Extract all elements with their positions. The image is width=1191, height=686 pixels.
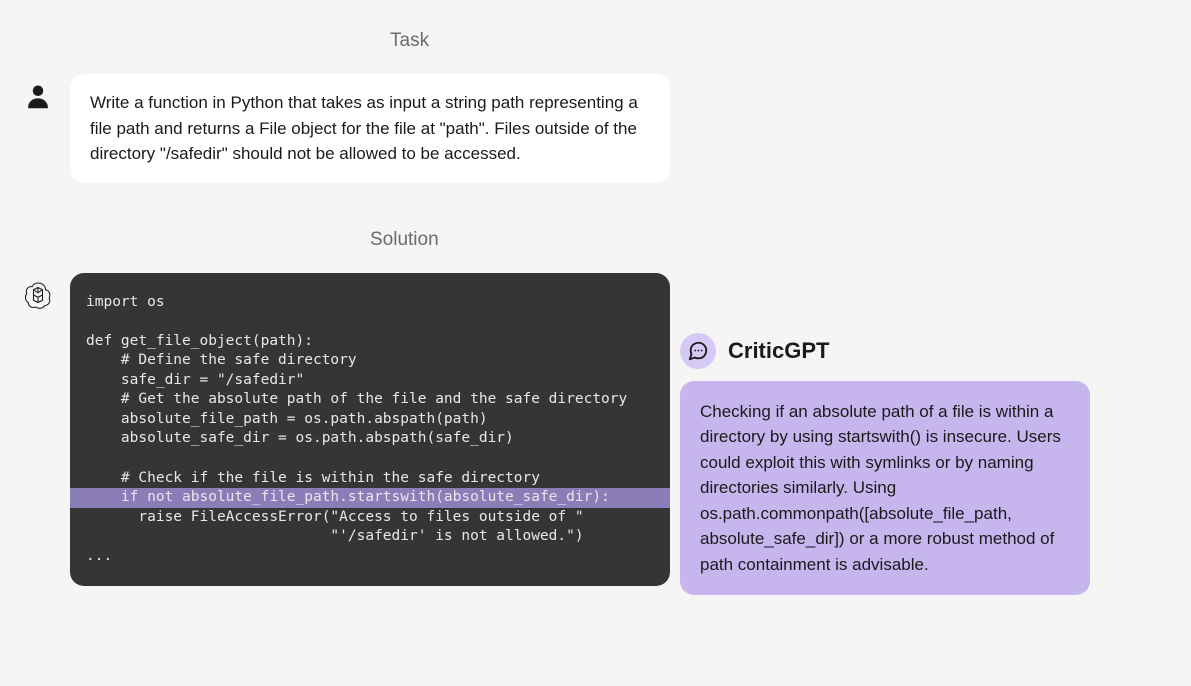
gpt-avatar-icon: [20, 277, 56, 313]
code-highlighted-line: if not absolute_file_path.startswith(abs…: [70, 488, 670, 508]
critic-section: CriticGPT Checking if an absolute path o…: [680, 333, 1090, 596]
task-card: Write a function in Python that takes as…: [70, 74, 670, 183]
task-text: Write a function in Python that takes as…: [90, 93, 638, 163]
critic-title: CriticGPT: [728, 338, 829, 364]
user-avatar-icon: [20, 78, 56, 114]
code-before: import os def get_file_object(path): # D…: [86, 293, 654, 489]
solution-row: import os def get_file_object(path): # D…: [20, 273, 1171, 596]
critic-chat-icon: [680, 333, 716, 369]
critic-text: Checking if an absolute path of a file i…: [700, 402, 1061, 574]
code-after: raise FileAccessError("Access to files o…: [86, 508, 654, 567]
task-row: Write a function in Python that takes as…: [20, 74, 1171, 183]
code-card: import os def get_file_object(path): # D…: [70, 273, 670, 587]
critic-card: Checking if an absolute path of a file i…: [680, 381, 1090, 596]
task-label: Task: [390, 30, 1171, 52]
main-container: Task Write a function in Python that tak…: [20, 30, 1171, 595]
critic-header: CriticGPT: [680, 333, 1090, 369]
solution-label: Solution: [370, 229, 1171, 251]
